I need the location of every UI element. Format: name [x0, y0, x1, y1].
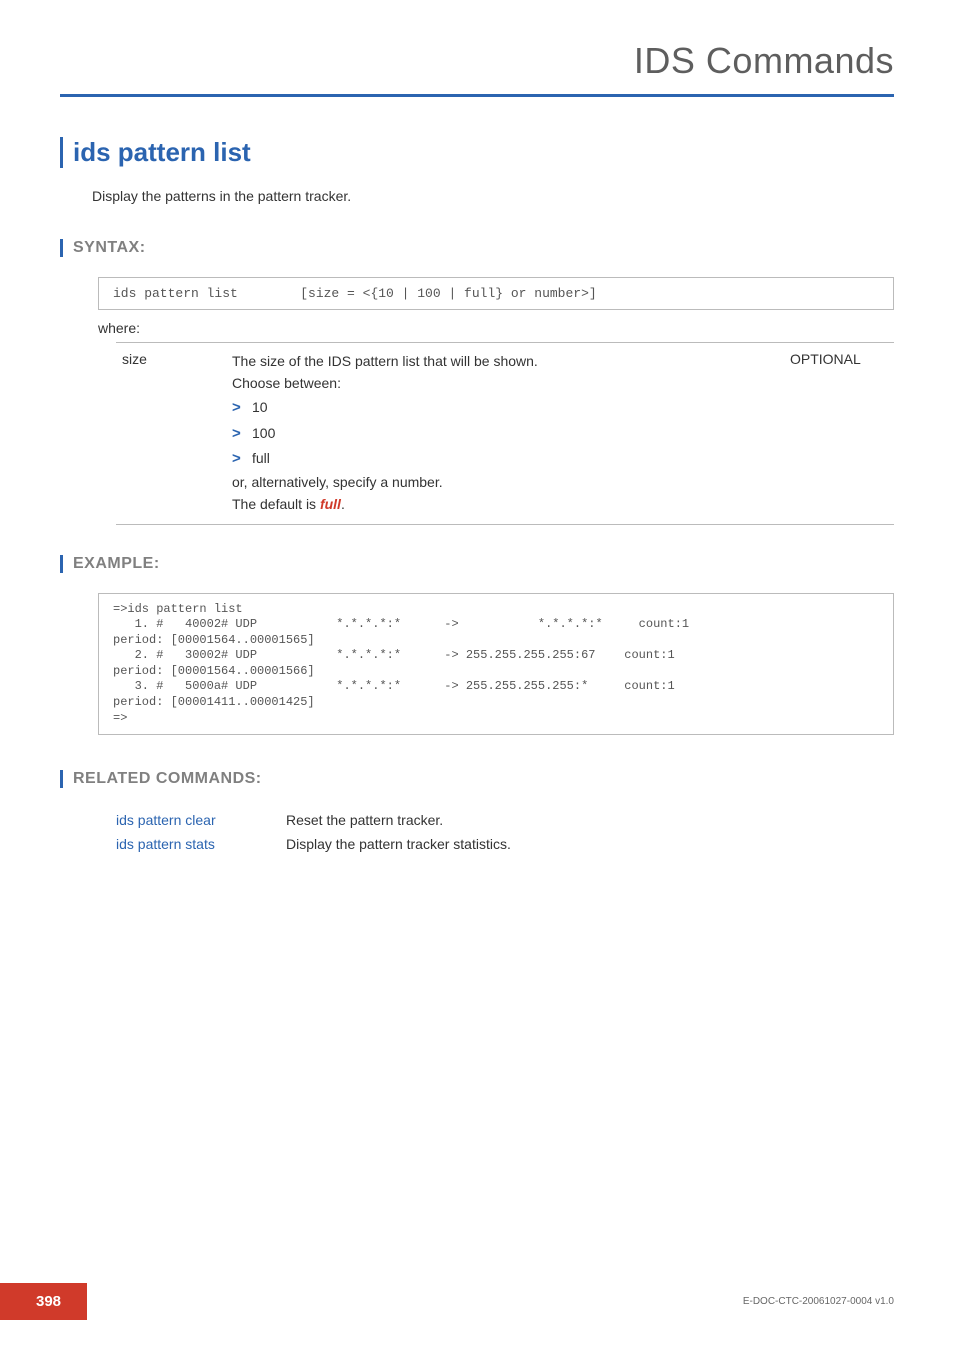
chevron-right-icon: >: [232, 396, 252, 419]
related-command-desc: Reset the pattern tracker.: [286, 808, 519, 832]
param-option: > 100: [232, 422, 778, 445]
param-default-line: The default is full.: [232, 494, 778, 516]
example-label: EXAMPLE:: [73, 555, 894, 573]
syntax-box: ids pattern list [size = <{10 | 100 | fu…: [98, 277, 894, 310]
chevron-right-icon: >: [232, 447, 252, 470]
param-default-suffix: .: [341, 496, 345, 512]
title-rule: ids pattern list: [60, 137, 894, 168]
related-command-link[interactable]: ids pattern stats: [116, 832, 286, 856]
param-option: > full: [232, 447, 778, 470]
param-desc-intro: The size of the IDS pattern list that wi…: [232, 351, 778, 373]
syntax-label: SYNTAX:: [73, 239, 894, 257]
related-commands-table: ids pattern clear Reset the pattern trac…: [116, 808, 519, 856]
chevron-right-icon: >: [232, 422, 252, 445]
param-choose-between: Choose between:: [232, 373, 778, 395]
document-id: E-DOC-CTC-20061027-0004 v1.0: [743, 1296, 894, 1307]
param-option: > 10: [232, 396, 778, 419]
related-command-desc: Display the pattern tracker statistics.: [286, 832, 519, 856]
where-label: where:: [98, 320, 894, 336]
param-description: The size of the IDS pattern list that wi…: [226, 343, 784, 525]
example-section: EXAMPLE:: [60, 555, 894, 573]
chapter-header: IDS Commands: [60, 40, 894, 97]
page: IDS Commands ids pattern list Display th…: [0, 0, 954, 1350]
param-name: size: [116, 343, 226, 525]
table-row: ids pattern clear Reset the pattern trac…: [116, 808, 519, 832]
param-alt-line: or, alternatively, specify a number.: [232, 472, 778, 494]
chapter-title: IDS Commands: [634, 40, 894, 81]
related-command-link[interactable]: ids pattern clear: [116, 808, 286, 832]
param-default-prefix: The default is: [232, 496, 320, 512]
command-description: Display the patterns in the pattern trac…: [92, 188, 894, 204]
footer: 398 E-DOC-CTC-20061027-0004 v1.0: [0, 1283, 954, 1320]
param-option-text: 100: [252, 423, 275, 445]
table-row: size The size of the IDS pattern list th…: [116, 343, 894, 525]
parameter-table: size The size of the IDS pattern list th…: [116, 342, 894, 525]
param-option-text: 10: [252, 397, 268, 419]
related-section: RELATED COMMANDS:: [60, 770, 894, 788]
syntax-section: SYNTAX:: [60, 239, 894, 257]
example-box: =>ids pattern list 1. # 40002# UDP *.*.*…: [98, 593, 894, 736]
command-title: ids pattern list: [73, 137, 894, 168]
param-optional: OPTIONAL: [784, 343, 894, 525]
param-default-value: full: [320, 496, 341, 512]
param-option-text: full: [252, 448, 270, 470]
table-row: ids pattern stats Display the pattern tr…: [116, 832, 519, 856]
related-label: RELATED COMMANDS:: [73, 770, 894, 788]
page-number-badge: 398: [0, 1283, 87, 1320]
